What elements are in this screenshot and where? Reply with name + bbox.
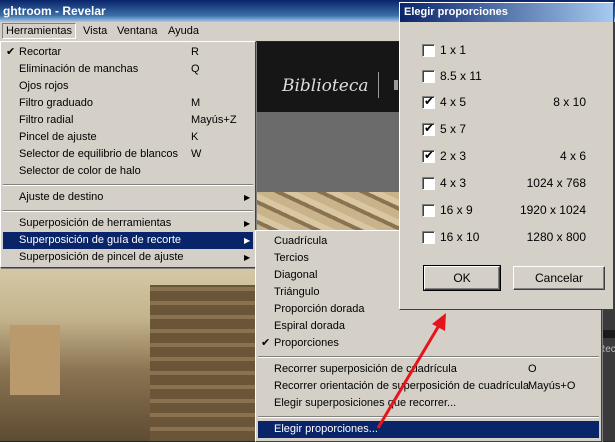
menu-item-eliminacion-manchas[interactable]: Eliminación de manchas Q (3, 61, 253, 78)
submenu-arrow-icon: ▶ (244, 193, 251, 202)
menu-item-ajuste-destino[interactable]: Ajuste de destino ▶ (3, 189, 253, 206)
menu-separator (258, 356, 599, 358)
menu-item-ojos-rojos[interactable]: Ojos rojos (3, 78, 253, 95)
ratio-checkbox[interactable] (422, 44, 435, 57)
submenu-arrow-icon: ▶ (244, 253, 251, 262)
submenu-item-elegir-superposiciones[interactable]: Elegir superposiciones que recorrer... (258, 395, 599, 412)
menu-herramientas[interactable]: Herramientas (2, 23, 77, 39)
choose-aspect-ratios-dialog: Elegir proporciones 1 x 1 8.5 x 11 ✔ 4 x… (399, 2, 614, 310)
ratio-checkbox[interactable]: ✔ (422, 121, 435, 136)
checkmark-icon: ✔ (424, 148, 435, 162)
photo-preview-left (0, 265, 266, 441)
checkmark-icon: ✔ (424, 94, 435, 108)
menu-item-superposicion-guia-recorte[interactable]: Superposición de guía de recorte ▶ (3, 232, 253, 249)
dialog-title: Elegir proporciones (404, 6, 508, 18)
ratio-row-1x1[interactable]: 1 x 1 (400, 41, 613, 61)
menu-item-recortar[interactable]: ✔ Recortar R (3, 44, 253, 61)
ratio-checkbox[interactable] (422, 231, 435, 244)
ratio-checkbox[interactable] (422, 177, 435, 190)
menu-item-color-halo[interactable]: Selector de color de halo (3, 163, 253, 180)
check-icon: ✔ (261, 337, 271, 349)
submenu-item-espiral-dorada[interactable]: Espiral dorada (258, 318, 599, 335)
ratio-checkbox[interactable] (422, 70, 435, 83)
menu-separator (258, 416, 599, 418)
menu-item-pincel-ajuste[interactable]: Pincel de ajuste K (3, 129, 253, 146)
ratio-row-4x3[interactable]: 4 x 3 1024 x 768 (400, 174, 613, 194)
ratio-row-4x5[interactable]: ✔ 4 x 5 8 x 10 (400, 93, 613, 113)
cancel-button[interactable]: Cancelar (513, 266, 605, 290)
dialog-titlebar[interactable]: Elegir proporciones (400, 3, 613, 22)
submenu-item-elegir-proporciones[interactable]: Elegir proporciones... (258, 421, 599, 438)
menu-separator (3, 210, 253, 212)
module-next-partial (394, 80, 398, 90)
menu-item-superposicion-pincel-ajuste[interactable]: Superposición de pincel de ajuste ▶ (3, 249, 253, 266)
toolbar-area (255, 112, 400, 192)
ratio-row-16x10[interactable]: 16 x 10 1280 x 800 (400, 228, 613, 248)
submenu-item-proporciones[interactable]: ✔ Proporciones (258, 335, 599, 352)
photo-preview-strip (255, 192, 400, 232)
window-title: ghtroom - Revelar (3, 4, 106, 18)
menu-bar: Herramientas Vista Ventana Ayuda (0, 22, 400, 41)
ratio-row-8-5x11[interactable]: 8.5 x 11 (400, 67, 613, 87)
checkmark-icon: ✔ (424, 121, 435, 135)
menu-ventana[interactable]: Ventana (117, 25, 157, 37)
ok-button[interactable]: OK (423, 265, 501, 291)
ratio-checkbox[interactable]: ✔ (422, 148, 435, 163)
submenu-arrow-icon: ▶ (244, 219, 251, 228)
menu-item-filtro-radial[interactable]: Filtro radial Mayús+Z (3, 112, 253, 129)
ratio-row-5x7[interactable]: ✔ 5 x 7 (400, 120, 613, 140)
module-separator (378, 72, 379, 98)
menu-item-filtro-graduado[interactable]: Filtro graduado M (3, 95, 253, 112)
tools-menu: ✔ Recortar R Eliminación de manchas Q Oj… (0, 41, 256, 268)
submenu-item-recorrer-orientacion[interactable]: Recorrer orientación de superposición de… (258, 378, 599, 395)
module-biblioteca[interactable]: Biblioteca (282, 76, 368, 96)
menu-separator (3, 184, 253, 186)
menu-item-superposicion-herramientas[interactable]: Superposición de herramientas ▶ (3, 215, 253, 232)
menu-item-equilibrio-blancos[interactable]: Selector de equilibrio de blancos W (3, 146, 253, 163)
submenu-arrow-icon: ▶ (244, 236, 251, 245)
menu-ayuda[interactable]: Ayuda (168, 25, 199, 37)
ratio-checkbox[interactable] (422, 204, 435, 217)
submenu-item-recorrer-cuadricula[interactable]: Recorrer superposición de cuadrícula O (258, 361, 599, 378)
ratio-checkbox[interactable]: ✔ (422, 94, 435, 109)
menu-vista[interactable]: Vista (83, 25, 107, 37)
ratio-row-2x3[interactable]: ✔ 2 x 3 4 x 6 (400, 147, 613, 167)
ratio-row-16x9[interactable]: 16 x 9 1920 x 1024 (400, 201, 613, 221)
check-icon: ✔ (6, 46, 16, 58)
photo-house (10, 325, 60, 395)
photo-wall (150, 285, 266, 441)
